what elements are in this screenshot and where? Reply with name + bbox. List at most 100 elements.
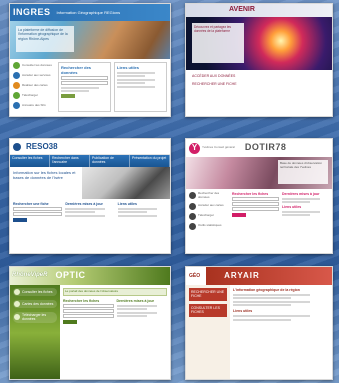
dotir78-nav-item[interactable]: Télécharger [189,212,229,220]
reso38-hero: Information sur les fiches locales et ba… [10,167,170,199]
avenir-hero-caption: Découvrez et partagez les données de la … [192,23,244,63]
optic-brand: RhôneVipeR [12,272,48,279]
reso38-nav-item[interactable]: Consulter les fiches [10,155,50,167]
reso38-logo: RESO38 [26,141,58,151]
aryair-main: L'information géographique de la région … [230,285,332,379]
aryair-header: GÉO ARYAIR [186,267,332,285]
dotir78-links-title: Liens utiles [282,204,302,209]
dotir78-search-input[interactable] [232,197,279,202]
ingres-nav-item[interactable]: Annuaire des SIG [13,102,55,109]
ingres-links-panel: Liens utiles [114,62,167,112]
ingres-hero: La plateforme de diffusion de l'informat… [10,21,170,59]
dotir78-hero-caption: Base de données d'observation territoria… [278,160,328,184]
ingres-search-input[interactable] [61,76,108,80]
reso38-hero-image [82,167,170,199]
leaf-icon [13,62,20,69]
search-icon [14,289,20,295]
optic-news-title: Dernières mises à jour [116,299,155,303]
dotir78-nav-item[interactable]: Outils statistiques [189,222,229,230]
ingres-logo: INGRES [13,6,51,17]
dotir78-news-panel: Dernières mises à jour Liens utiles [282,192,329,233]
ingres-nav-item[interactable]: Télécharger [13,92,55,99]
dotir78-search-input[interactable] [232,207,279,212]
reso38-nav-item[interactable]: Présentation du projet [130,155,170,167]
optic-search-input[interactable] [63,309,114,314]
reso38-header: RESO38 [10,139,170,155]
dotir78-logo: DOTIR78 [244,142,287,153]
reso38-links-title: Liens utiles [117,202,137,206]
download-icon [189,212,196,220]
aryair-links-title: Liens utiles [233,309,253,314]
reso38-nav-item[interactable]: Publication de données [90,155,130,167]
ingres-hero-caption: La plateforme de diffusion de l'informat… [16,26,74,52]
search-icon [189,192,196,200]
screenshot-avenir[interactable]: AVENIR Découvrez et partagez les données… [185,3,333,117]
optic-banner: Le portail des données de l'observatoire [63,288,167,296]
optic-nav-item[interactable]: Télécharger les données [13,312,57,323]
dotir78-header: Y Yvelines Conseil général DOTIR78 [186,139,332,157]
download-icon [13,92,20,99]
optic-search-panel: Rechercher les fiches [63,299,114,325]
optic-search-title: Rechercher les fiches [63,299,100,303]
optic-search-button[interactable] [63,320,77,325]
aryair-nav-item[interactable]: CONSULTER LES FICHES [189,303,227,317]
download-icon [14,314,20,321]
ingres-search-input[interactable] [61,81,108,85]
reso38-emblem-icon [13,142,21,151]
optic-news-panel: Dernières mises à jour [116,299,168,324]
screenshot-aryair[interactable]: GÉO ARYAIR RECHERCHER UNE FICHE CONSULTE… [185,266,333,380]
dotir78-search-panel: Rechercher les fiches [232,192,279,233]
reso38-nav: Consulter les fiches Rechercher dans l'a… [10,155,170,167]
dotir78-search-button[interactable] [232,213,246,218]
dotir78-hero: Base de données d'observation territoria… [186,157,332,189]
optic-header: RhôneVipeR OPTIC [10,267,170,285]
aryair-nav-item[interactable]: RECHERCHER UNE FICHE [189,288,227,301]
avenir-logo: AVENIR [229,6,255,14]
chart-icon [189,222,196,230]
ingres-header: INGRES Information Géographique REGions [10,4,170,21]
optic-sidebar: Consulter les fiches Cartes des données … [10,285,60,379]
aryair-geo-logo: GÉO [189,272,201,279]
map-icon [14,301,20,307]
ingres-links-title: Liens utiles [117,65,140,70]
reso38-search-button[interactable] [13,218,27,223]
reso38-search-input[interactable] [13,212,63,217]
optic-search-input[interactable] [63,304,114,309]
avenir-hero: Découvrez et partagez les données de la … [186,17,332,70]
reso38-search-title: Rechercher une fiche [13,202,49,206]
optic-search-input[interactable] [63,314,114,319]
dotir78-nav-item[interactable]: Accéder aux cartes [189,202,229,210]
avenir-link[interactable]: ACCÉDER AUX DONNÉES [192,74,326,78]
ingres-nav-item[interactable]: Réaliser des cartes [13,82,55,89]
ingres-nav: Consulter les données Accéder aux servic… [13,62,55,112]
optic-main: Le portail des données de l'observatoire… [60,285,170,379]
dotir78-nav-item[interactable]: Rechercher des données [189,191,229,200]
avenir-link[interactable]: RECHERCHER UNE FICHE [192,82,326,86]
map-icon [13,82,20,89]
avenir-links: ACCÉDER AUX DONNÉES RECHERCHER UNE FICHE [186,70,332,95]
screenshot-optic[interactable]: RhôneVipeR OPTIC Consulter les fiches Ca… [9,266,171,380]
reso38-search-input[interactable] [13,207,63,212]
reso38-links-panel: Liens utiles [117,202,167,222]
reso38-hero-caption: Information sur les fiches locales et ba… [10,167,82,199]
optic-nav-item[interactable]: Consulter les fiches [13,288,57,296]
ingres-search-button[interactable] [61,94,75,98]
optic-nav-item[interactable]: Cartes des données [13,300,57,308]
optic-logo: OPTIC [55,270,86,281]
ingres-nav-item[interactable]: Consulter les données [13,62,55,69]
aryair-main-title: L'information géographique de la région [233,288,300,292]
aryair-sidebar: RECHERCHER UNE FICHE CONSULTER LES FICHE… [186,285,230,379]
reso38-nav-item[interactable]: Rechercher dans l'annuaire [50,155,90,167]
dotir78-search-input[interactable] [232,202,279,207]
screenshot-dotir78[interactable]: Y Yvelines Conseil général DOTIR78 Base … [185,138,333,254]
screenshot-reso38[interactable]: RESO38 Consulter les fiches Rechercher d… [9,138,171,254]
ingres-subtitle: Information Géographique REGions [56,10,121,15]
ingres-nav-item[interactable]: Accéder aux services [13,72,55,79]
avenir-header: AVENIR [186,4,332,17]
reso38-news-title: Dernières mises à jour [65,202,103,206]
screenshot-ingres[interactable]: INGRES Information Géographique REGions … [9,3,171,117]
dotir78-nav: Rechercher des données Accéder aux carte… [189,191,229,233]
ingres-search-panel: Rechercher des données [58,62,111,112]
yvelines-logo: Y [189,142,200,154]
ingres-search-title: Rechercher des données [61,65,92,75]
